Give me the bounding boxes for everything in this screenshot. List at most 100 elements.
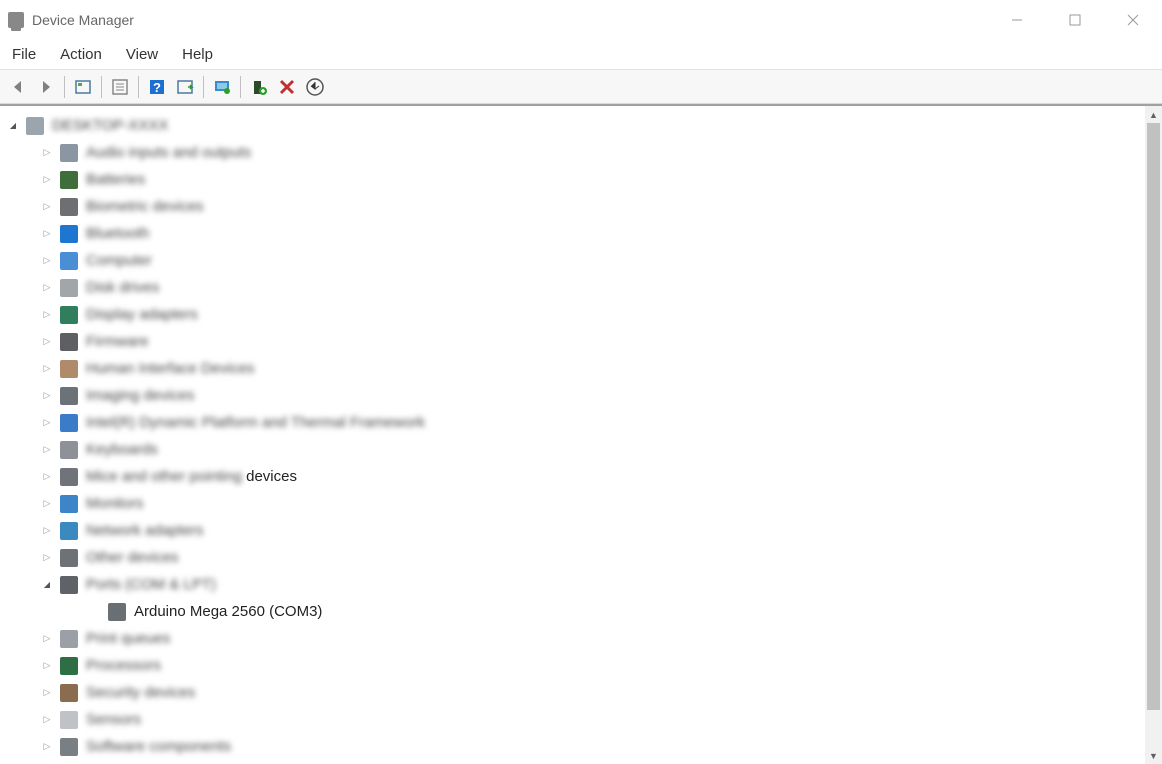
tree-row[interactable]: DESKTOP-XXXX xyxy=(0,112,1145,139)
scroll-up-button[interactable]: ▲ xyxy=(1145,106,1162,123)
device-category-icon xyxy=(60,657,78,675)
window-controls xyxy=(988,0,1162,40)
expand-icon[interactable] xyxy=(40,281,54,295)
tree-row[interactable]: Computer xyxy=(0,247,1145,274)
device-category-icon xyxy=(60,630,78,648)
expand-icon[interactable] xyxy=(40,470,54,484)
menu-file[interactable]: File xyxy=(8,44,48,65)
update-icon[interactable] xyxy=(303,75,327,99)
forward-icon[interactable] xyxy=(34,75,58,99)
device-category-icon xyxy=(60,738,78,756)
help-icon[interactable]: ? xyxy=(145,75,169,99)
expand-icon[interactable] xyxy=(40,308,54,322)
expand-icon[interactable] xyxy=(40,416,54,430)
device-category-icon xyxy=(60,576,78,594)
node-label: Intel(R) Dynamic Platform and Thermal Fr… xyxy=(86,414,425,431)
tree-row[interactable]: Display adapters xyxy=(0,301,1145,328)
tree-row[interactable]: Arduino Mega 2560 (COM3) xyxy=(0,598,1145,625)
expand-icon[interactable] xyxy=(40,443,54,457)
minimize-button[interactable] xyxy=(988,0,1046,40)
device-category-icon xyxy=(60,360,78,378)
tree-row[interactable]: Batteries xyxy=(0,166,1145,193)
tree-row[interactable]: Intel(R) Dynamic Platform and Thermal Fr… xyxy=(0,409,1145,436)
scroll-down-button[interactable]: ▼ xyxy=(1145,747,1162,764)
remove-icon[interactable] xyxy=(275,75,299,99)
expand-icon[interactable] xyxy=(40,389,54,403)
expand-icon[interactable] xyxy=(40,200,54,214)
device-category-icon xyxy=(60,522,78,540)
window-title: Device Manager xyxy=(32,12,134,28)
tree-row[interactable]: Bluetooth xyxy=(0,220,1145,247)
tree-row[interactable]: Imaging devices xyxy=(0,382,1145,409)
menu-action[interactable]: Action xyxy=(48,44,114,65)
tree-row[interactable]: Software components xyxy=(0,733,1145,760)
expand-icon[interactable] xyxy=(40,335,54,349)
properties-icon[interactable] xyxy=(108,75,132,99)
device-category-icon xyxy=(60,198,78,216)
expand-icon[interactable] xyxy=(40,713,54,727)
expand-icon[interactable] xyxy=(40,227,54,241)
node-label: Display adapters xyxy=(86,306,198,323)
node-label: Disk drives xyxy=(86,279,159,296)
tree-row[interactable]: Security devices xyxy=(0,679,1145,706)
node-label: Keyboards xyxy=(86,441,158,458)
tree-row[interactable]: Sensors xyxy=(0,706,1145,733)
expand-icon[interactable] xyxy=(40,551,54,565)
tree-row[interactable]: Processors xyxy=(0,652,1145,679)
tree-row[interactable]: Other devices xyxy=(0,544,1145,571)
add-device-icon[interactable] xyxy=(247,75,271,99)
device-category-icon xyxy=(60,252,78,270)
node-label: Network adapters xyxy=(86,522,204,539)
scroll-thumb[interactable] xyxy=(1147,123,1160,710)
close-button[interactable] xyxy=(1104,0,1162,40)
tree-row[interactable]: Disk drives xyxy=(0,274,1145,301)
tree-row[interactable]: Audio inputs and outputs xyxy=(0,139,1145,166)
expand-icon[interactable] xyxy=(40,146,54,160)
expand-icon[interactable] xyxy=(40,686,54,700)
node-label: Print queues xyxy=(86,630,170,647)
node-label: Imaging devices xyxy=(86,387,194,404)
device-category-icon xyxy=(60,468,78,486)
scroll-track[interactable] xyxy=(1145,123,1162,747)
tree-row[interactable]: Biometric devices xyxy=(0,193,1145,220)
device-category-icon xyxy=(60,684,78,702)
expand-icon xyxy=(88,605,102,619)
expand-icon[interactable] xyxy=(40,173,54,187)
expand-icon[interactable] xyxy=(40,659,54,673)
device-tree[interactable]: DESKTOP-XXXXAudio inputs and outputsBatt… xyxy=(0,106,1145,764)
expand-icon[interactable] xyxy=(40,362,54,376)
tree-row[interactable]: Network adapters xyxy=(0,517,1145,544)
expand-icon[interactable] xyxy=(40,524,54,538)
back-icon[interactable] xyxy=(6,75,30,99)
maximize-button[interactable] xyxy=(1046,0,1104,40)
expand-icon[interactable] xyxy=(40,632,54,646)
vertical-scrollbar[interactable]: ▲ ▼ xyxy=(1145,106,1162,764)
tree-row[interactable]: Firmware xyxy=(0,328,1145,355)
menu-view[interactable]: View xyxy=(114,44,170,65)
tree-row[interactable]: Ports (COM & LPT) xyxy=(0,571,1145,598)
expand-icon[interactable] xyxy=(40,497,54,511)
tree-row[interactable]: Mice and other pointing devices xyxy=(0,463,1145,490)
node-label: Software components xyxy=(86,738,231,755)
tree-row[interactable]: Print queues xyxy=(0,625,1145,652)
toolbar-separator xyxy=(240,76,241,98)
monitor-icon[interactable] xyxy=(210,75,234,99)
device-category-icon xyxy=(60,306,78,324)
tree-row[interactable]: Human Interface Devices xyxy=(0,355,1145,382)
toolbar-separator xyxy=(101,76,102,98)
device-category-icon xyxy=(60,441,78,459)
collapse-icon[interactable] xyxy=(6,119,20,133)
node-label: Monitors xyxy=(86,495,144,512)
scan-icon[interactable] xyxy=(173,75,197,99)
device-icon xyxy=(108,603,126,621)
device-category-icon xyxy=(60,549,78,567)
node-label: Security devices xyxy=(86,684,195,701)
tree-row[interactable]: Monitors xyxy=(0,490,1145,517)
expand-icon[interactable] xyxy=(40,254,54,268)
tree-row[interactable]: Keyboards xyxy=(0,436,1145,463)
expand-icon[interactable] xyxy=(40,740,54,754)
show-hidden-icon[interactable] xyxy=(71,75,95,99)
menu-help[interactable]: Help xyxy=(170,44,225,65)
collapse-icon[interactable] xyxy=(40,578,54,592)
device-category-icon xyxy=(60,333,78,351)
